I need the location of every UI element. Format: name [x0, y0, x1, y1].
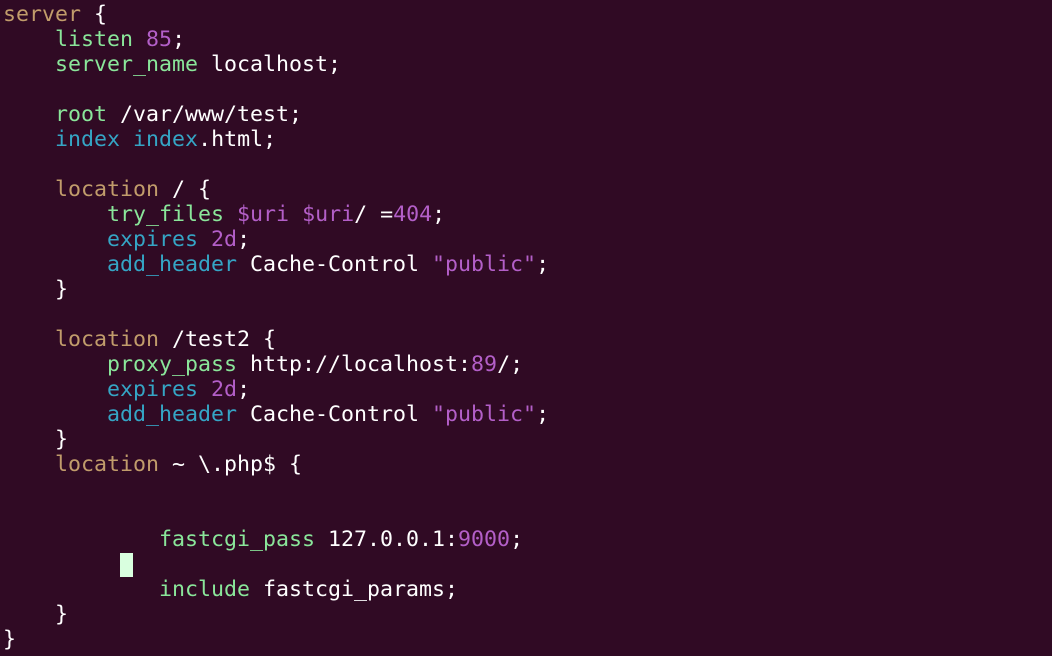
code-token: 127.0.0.1: — [315, 527, 459, 552]
code-line: index index.html; — [3, 127, 276, 152]
code-token: location — [55, 177, 160, 202]
code-token: /; — [497, 352, 524, 377]
code-token: } — [3, 627, 17, 652]
code-token: 9000 — [458, 527, 511, 552]
code-token: /var/www/test; — [107, 102, 303, 127]
text-cursor — [120, 553, 133, 577]
code-editor[interactable]: server { listen 85; server_name localhos… — [0, 0, 1052, 656]
code-token: $uri — [237, 202, 290, 227]
code-token: server — [3, 2, 82, 27]
code-line: } — [3, 602, 68, 627]
code-token: fastcgi_params; — [250, 577, 459, 602]
code-token: expires — [107, 227, 199, 252]
code-line: add_header Cache-Control "public"; — [3, 402, 549, 427]
code-line: expires 2d; — [3, 227, 250, 252]
code-token: try_files — [107, 202, 225, 227]
code-line: root /var/www/test; — [3, 102, 302, 127]
code-line: fastcgi_pass 127.0.0.1:9000; — [3, 527, 523, 552]
code-token: localhost; — [198, 52, 342, 77]
code-token: add_header — [107, 402, 238, 427]
code-line: try_files $uri $uri/ =404; — [3, 202, 445, 227]
code-token: location — [55, 327, 160, 352]
code-line: include fastcgi_params; — [3, 577, 458, 602]
code-token: 85 — [146, 27, 173, 52]
code-token: index — [133, 127, 199, 152]
code-token: $uri — [302, 202, 355, 227]
code-token: 404 — [393, 202, 433, 227]
code-token: /test2 { — [159, 327, 277, 352]
code-line: listen 85; — [3, 27, 185, 52]
code-token: 2d — [211, 377, 238, 402]
code-token: ; — [536, 252, 550, 277]
code-token: 89 — [471, 352, 498, 377]
code-token: index — [55, 127, 121, 152]
code-token: ; — [432, 202, 446, 227]
code-token: "public" — [432, 252, 537, 277]
code-token: Cache-Control — [237, 402, 433, 427]
code-line: proxy_pass http://localhost:89/; — [3, 352, 523, 377]
code-token: fastcgi_pass — [159, 527, 316, 552]
code-line: } — [3, 427, 68, 452]
code-token: ; — [510, 527, 524, 552]
code-line: location ~ \.php$ { — [3, 452, 302, 477]
code-token: ~ \.php$ { — [159, 452, 303, 477]
code-token: } — [3, 277, 69, 302]
code-token: .html; — [198, 127, 277, 152]
code-token: http://localhost: — [237, 352, 472, 377]
code-token: { — [81, 2, 108, 27]
code-token: listen — [55, 27, 134, 52]
code-token: Cache-Control — [237, 252, 433, 277]
code-token: 2d — [211, 227, 238, 252]
code-line: server { — [3, 2, 107, 27]
code-line: add_header Cache-Control "public"; — [3, 252, 549, 277]
code-token: expires — [107, 377, 199, 402]
code-line: location / { — [3, 177, 211, 202]
code-token: ; — [237, 227, 251, 252]
code-line: } — [3, 627, 16, 652]
code-token: server_name — [55, 52, 199, 77]
code-line: expires 2d; — [3, 377, 250, 402]
code-token: location — [55, 452, 160, 477]
code-token: include — [159, 577, 251, 602]
code-token: } — [3, 602, 69, 627]
code-token: } — [3, 427, 69, 452]
code-line: server_name localhost; — [3, 52, 341, 77]
code-token: "public" — [432, 402, 537, 427]
code-token: ; — [536, 402, 550, 427]
code-token: ; — [172, 27, 186, 52]
code-token: add_header — [107, 252, 238, 277]
code-token: / = — [354, 202, 394, 227]
code-line: location /test2 { — [3, 327, 276, 352]
code-token: ; — [237, 377, 251, 402]
code-token: root — [55, 102, 108, 127]
code-line: } — [3, 277, 68, 302]
code-token: proxy_pass — [107, 352, 238, 377]
code-token: / { — [159, 177, 212, 202]
